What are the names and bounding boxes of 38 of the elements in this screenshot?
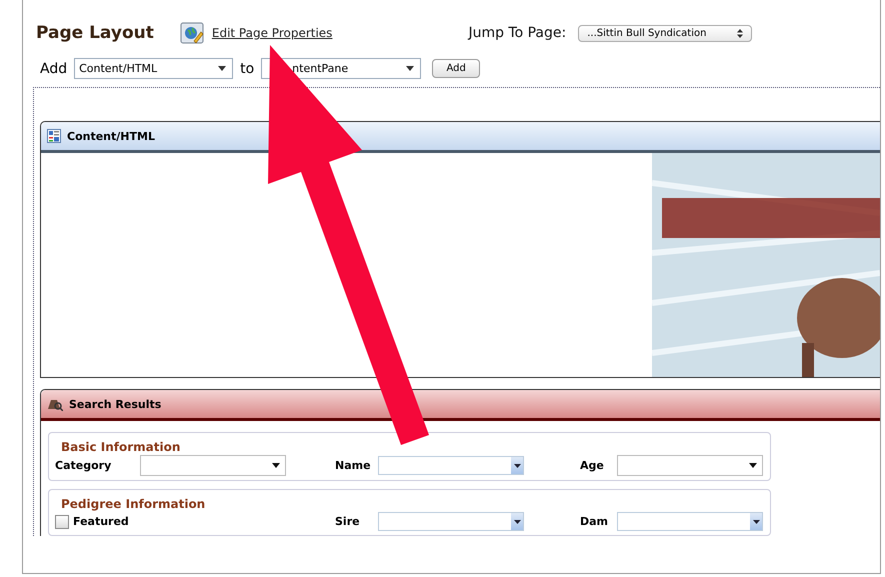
dropdown-button[interactable] xyxy=(511,457,523,474)
module-title: Content/HTML xyxy=(67,130,155,142)
caret-icon xyxy=(752,520,760,524)
module-title: Search Results xyxy=(69,398,162,410)
field-label: Dam xyxy=(580,515,610,528)
add-label: Add xyxy=(40,60,68,76)
caret-icon xyxy=(749,463,757,468)
dropdown-button[interactable] xyxy=(511,513,523,530)
combo-field[interactable] xyxy=(617,512,763,531)
jump-to-page-select[interactable]: ...Sittin Bull Syndication xyxy=(578,24,752,42)
featured-checkbox[interactable] xyxy=(55,514,69,528)
caret-icon xyxy=(272,463,280,468)
caret-icon xyxy=(218,66,226,71)
module-select[interactable]: Content/HTML xyxy=(74,58,234,79)
to-label: to xyxy=(240,60,254,76)
field-label: Featured xyxy=(73,515,130,528)
field-label: Name xyxy=(335,459,372,472)
dropdown-button[interactable] xyxy=(750,513,762,530)
dropdown-field[interactable] xyxy=(617,455,763,476)
page-title: Page Layout xyxy=(36,23,154,43)
field-label: Category xyxy=(55,459,112,472)
caret-icon xyxy=(514,520,520,524)
caret-icon xyxy=(406,66,414,71)
fieldset-legend: Basic Information xyxy=(61,440,180,454)
combo-field[interactable] xyxy=(378,512,524,531)
caret-icon xyxy=(514,464,520,468)
fieldset-legend: Pedigree Information xyxy=(61,497,206,511)
globe-pencil-icon[interactable] xyxy=(180,22,204,44)
module-icon xyxy=(47,129,61,143)
dropdown-field[interactable] xyxy=(140,455,286,476)
add-button[interactable]: Add xyxy=(432,59,480,78)
updown-icon xyxy=(737,28,744,38)
jump-to-page-label: Jump To Page: xyxy=(468,25,566,41)
field-label: Age xyxy=(580,459,605,472)
search-icon xyxy=(47,397,63,411)
field-label: Sire xyxy=(335,515,361,528)
combo-field[interactable] xyxy=(378,456,524,475)
edit-page-properties-link[interactable]: Edit Page Properties xyxy=(212,26,332,40)
